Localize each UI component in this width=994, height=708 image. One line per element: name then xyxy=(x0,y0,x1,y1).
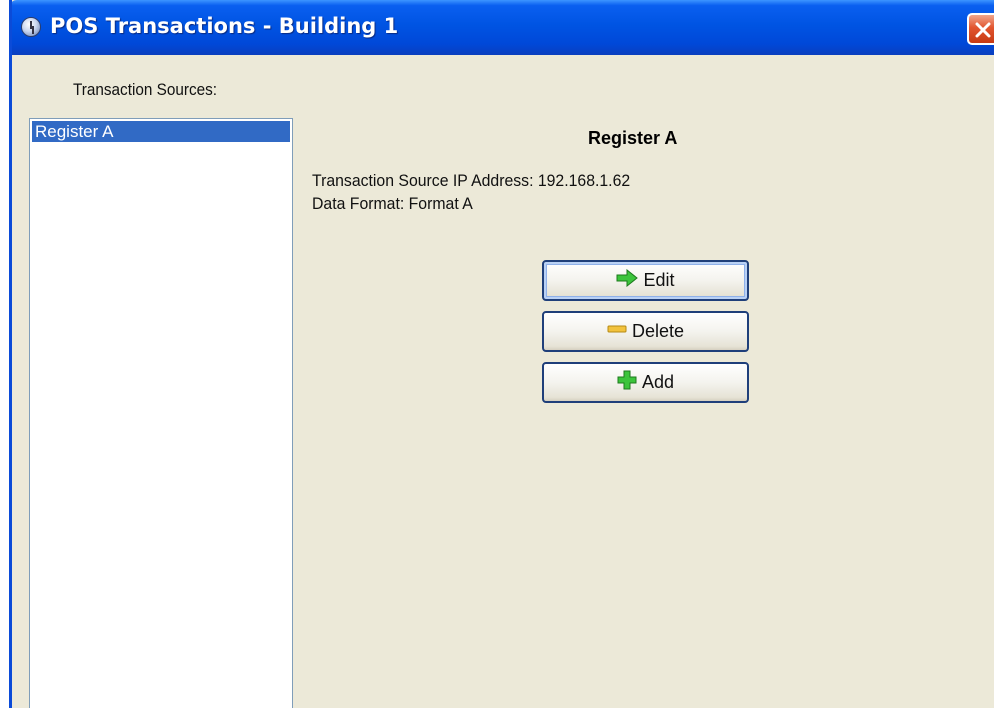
list-item-register-a[interactable]: Register A xyxy=(32,121,290,142)
title-bar[interactable]: POS Transactions - Building 1 xyxy=(12,0,994,55)
app-icon xyxy=(21,17,41,37)
delete-button-label: Delete xyxy=(631,321,685,341)
transaction-sources-label: Transaction Sources: xyxy=(73,80,217,99)
arrow-right-icon xyxy=(616,268,639,292)
pos-transactions-window: POS Transactions - Building 1 Transactio… xyxy=(9,0,994,708)
window-title: POS Transactions - Building 1 xyxy=(50,14,399,38)
transaction-sources-list[interactable]: Register A xyxy=(29,118,293,708)
data-format-text: Data Format: Format A xyxy=(312,194,473,213)
minus-icon xyxy=(607,320,627,343)
add-button-label: Add xyxy=(641,372,675,392)
close-button[interactable] xyxy=(967,13,994,45)
edit-button-label: Edit xyxy=(643,270,675,290)
close-icon xyxy=(975,22,991,38)
delete-button[interactable]: Delete xyxy=(542,311,749,352)
source-detail-title: Register A xyxy=(588,128,678,148)
add-button[interactable]: Add xyxy=(542,362,749,403)
edit-button[interactable]: Edit xyxy=(542,260,749,301)
ip-address-text: Transaction Source IP Address: 192.168.1… xyxy=(312,171,631,190)
plus-icon xyxy=(617,370,637,395)
